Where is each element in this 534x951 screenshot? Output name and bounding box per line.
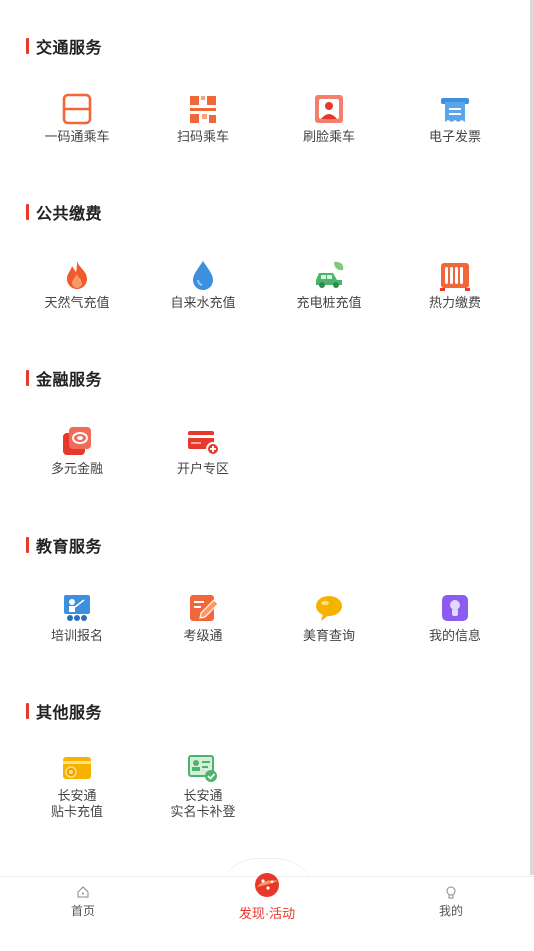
section-header: 金融服务: [26, 368, 103, 389]
chat-bubble-icon: [316, 596, 342, 621]
ev-car-icon: [316, 261, 344, 288]
service-my-info[interactable]: 我的信息: [392, 591, 518, 644]
section-title: 公共缴费: [36, 206, 103, 223]
bottom-tab-bar: 首页 发现·活动 我的: [0, 873, 534, 951]
home-icon: [77, 886, 89, 898]
section-title: 其他服务: [36, 705, 103, 722]
training-board-icon: [64, 595, 90, 621]
section-header: 公共缴费: [26, 202, 103, 223]
section-title: 教育服务: [36, 539, 103, 556]
service-realname-card[interactable]: 长安通 实名卡补登: [140, 751, 266, 820]
service-card-recharge[interactable]: 长安通 贴卡充值: [14, 751, 140, 820]
radiator-icon: [440, 263, 470, 291]
section-accent-bar: [26, 204, 29, 220]
service-qr-ride[interactable]: 一码通乘车: [14, 92, 140, 145]
id-card-check-icon: [188, 755, 217, 782]
section-header: 交通服务: [26, 36, 103, 57]
scrollbar[interactable]: [530, 0, 534, 875]
finance-icon: [63, 427, 91, 455]
service-heating-payment[interactable]: 热力缴费: [392, 258, 518, 311]
service-arts-query[interactable]: 美育查询: [266, 591, 392, 644]
flame-icon: [67, 261, 87, 289]
water-drop-icon: [193, 261, 213, 290]
scan-qr-icon: [190, 96, 216, 123]
section-accent-bar: [26, 537, 29, 553]
section-header: 其他服务: [26, 701, 103, 722]
discover-icon: [255, 873, 279, 897]
service-training-signup[interactable]: 培训报名: [14, 591, 140, 644]
add-card-icon: [188, 431, 220, 456]
qr-ride-icon: [62, 93, 92, 125]
exam-pen-icon: [190, 595, 219, 621]
service-ev-charge[interactable]: 充电桩充值: [266, 258, 392, 311]
user-icon: [446, 886, 456, 899]
service-water-recharge[interactable]: 自来水充值: [140, 258, 266, 311]
service-grading-exam[interactable]: 考级通: [140, 591, 266, 644]
service-diversified-finance[interactable]: 多元金融: [14, 424, 140, 477]
card-recharge-icon: [63, 757, 91, 779]
service-e-invoice[interactable]: 电子发票: [392, 92, 518, 145]
tab-discover[interactable]: 发现·活动: [197, 871, 337, 922]
section-title: 金融服务: [36, 372, 103, 389]
service-face-ride[interactable]: 刷脸乘车: [266, 92, 392, 145]
section-header: 教育服务: [26, 535, 103, 556]
face-scan-icon: [315, 95, 343, 123]
service-account-opening[interactable]: 开户专区: [140, 424, 266, 477]
service-gas-recharge[interactable]: 天然气充值: [14, 258, 140, 311]
section-title: 交通服务: [36, 40, 103, 57]
service-scan-ride[interactable]: 扫码乘车: [140, 92, 266, 145]
profile-icon: [442, 595, 468, 621]
tab-mine[interactable]: 我的: [381, 885, 521, 919]
section-accent-bar: [26, 370, 29, 386]
section-accent-bar: [26, 703, 29, 719]
invoice-icon: [441, 98, 469, 122]
tab-home[interactable]: 首页: [13, 885, 153, 919]
section-accent-bar: [26, 38, 29, 54]
